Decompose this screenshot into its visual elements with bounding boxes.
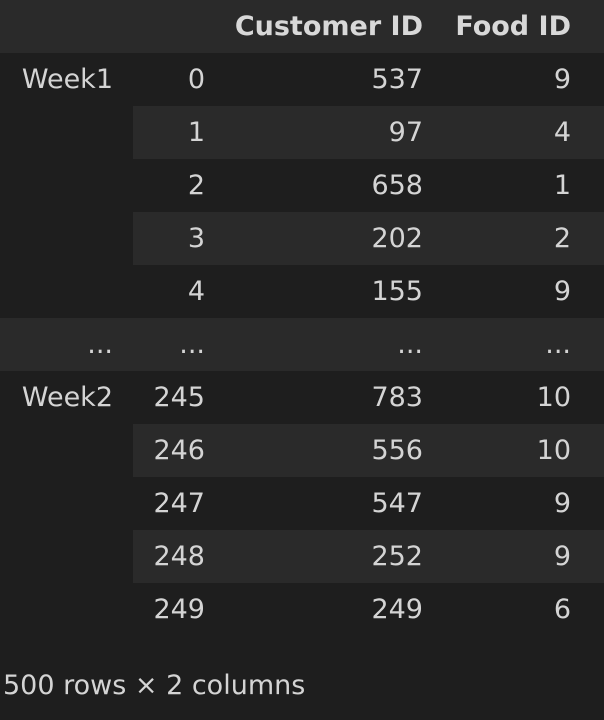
- table-row: 249 249 6: [0, 583, 604, 636]
- row-index: ...: [179, 329, 205, 360]
- customer-id-cell: 202: [371, 223, 423, 254]
- table-row: Week1 0 537 9: [0, 53, 604, 106]
- food-id-cell: 6: [553, 594, 571, 625]
- food-id-cell: 9: [553, 488, 571, 519]
- food-id-cell: 9: [553, 541, 571, 572]
- table-row: 247 547 9: [0, 477, 604, 530]
- food-id-cell: ...: [545, 329, 571, 360]
- dataframe-table: Customer ID Food ID Week1 0 537 9 1 97 4…: [0, 0, 604, 636]
- food-id-cell: 4: [553, 117, 571, 148]
- group-label: Week2: [21, 382, 113, 413]
- customer-id-cell: 658: [371, 170, 423, 201]
- table-row: 248 252 9: [0, 530, 604, 583]
- group-label: ...: [87, 329, 113, 360]
- table-row: 3 202 2: [0, 212, 604, 265]
- table-header-row: Customer ID Food ID: [0, 0, 604, 53]
- column-header-customer-id: Customer ID: [234, 11, 423, 42]
- row-index: 4: [187, 276, 205, 307]
- table-row: 246 556 10: [0, 424, 604, 477]
- group-label: [0, 477, 113, 530]
- row-index: 3: [187, 223, 205, 254]
- customer-id-cell: 155: [371, 276, 423, 307]
- header-index-blank: [133, 0, 205, 53]
- row-index: 2: [187, 170, 205, 201]
- customer-id-cell: 783: [371, 382, 423, 413]
- group-label: [0, 583, 113, 636]
- row-index: 0: [187, 64, 205, 95]
- group-label: [0, 159, 113, 212]
- table-row: 1 97 4: [0, 106, 604, 159]
- column-header-food-id: Food ID: [455, 11, 571, 42]
- group-label: [0, 424, 113, 477]
- row-index: 246: [153, 435, 205, 466]
- row-index: 249: [153, 594, 205, 625]
- customer-id-cell: 249: [371, 594, 423, 625]
- table-row: 4 155 9: [0, 265, 604, 318]
- customer-id-cell: 252: [371, 541, 423, 572]
- group-label: Week1: [21, 64, 113, 95]
- food-id-cell: 2: [553, 223, 571, 254]
- food-id-cell: 10: [536, 435, 571, 466]
- group-label: [0, 530, 113, 583]
- table-shape-footer: 500 rows × 2 columns: [3, 670, 306, 701]
- food-id-cell: 1: [553, 170, 571, 201]
- customer-id-cell: 97: [388, 117, 423, 148]
- food-id-cell: 9: [553, 64, 571, 95]
- row-index: 248: [153, 541, 205, 572]
- food-id-cell: 9: [553, 276, 571, 307]
- row-index: 247: [153, 488, 205, 519]
- customer-id-cell: 556: [371, 435, 423, 466]
- food-id-cell: 10: [536, 382, 571, 413]
- group-label: [0, 106, 113, 159]
- ellipsis-row: ... ... ... ...: [0, 318, 604, 371]
- customer-id-cell: 547: [371, 488, 423, 519]
- header-group-blank: [0, 0, 113, 53]
- row-index: 1: [187, 117, 205, 148]
- customer-id-cell: 537: [371, 64, 423, 95]
- customer-id-cell: ...: [397, 329, 423, 360]
- group-label: [0, 212, 113, 265]
- table-row: Week2 245 783 10: [0, 371, 604, 424]
- table-row: 2 658 1: [0, 159, 604, 212]
- group-label: [0, 265, 113, 318]
- row-index: 245: [153, 382, 205, 413]
